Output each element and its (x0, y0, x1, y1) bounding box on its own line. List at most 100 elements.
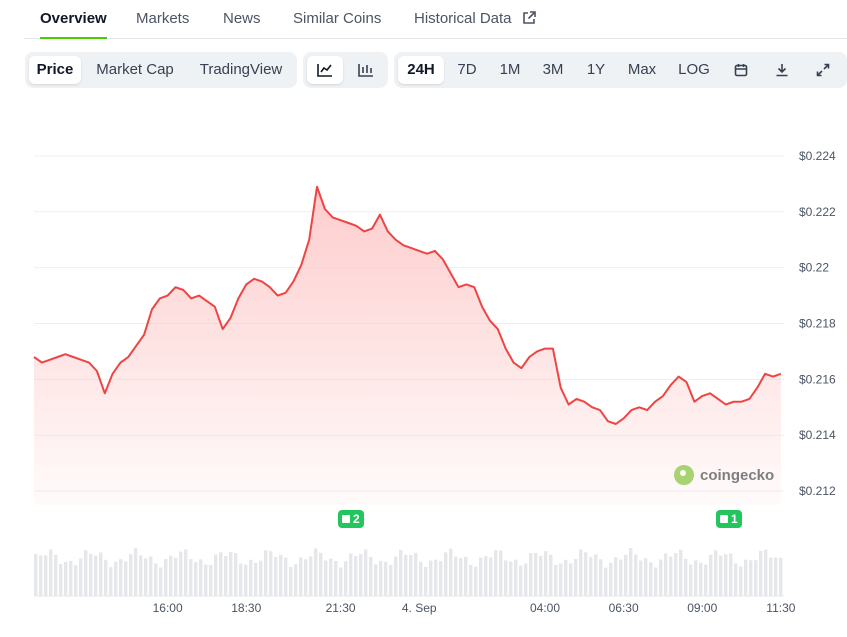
volume-bar (754, 560, 758, 596)
news-badge-2[interactable]: 2 (338, 510, 364, 528)
volume-bar (389, 565, 393, 596)
x-tick-label: 06:30 (609, 601, 639, 615)
volume-bar (229, 552, 233, 596)
volume-bar (714, 550, 718, 596)
volume-bar (39, 555, 43, 596)
volume-bar (104, 559, 108, 596)
volume-bar (679, 549, 683, 596)
volume-bar (409, 555, 413, 596)
volume-bar (214, 554, 218, 596)
volume-bar (144, 558, 148, 596)
volume-bar (299, 557, 303, 596)
volume-bar (669, 556, 673, 596)
volume-bar (619, 559, 623, 596)
volume-bar (494, 550, 498, 596)
volume-bar (269, 551, 273, 596)
news-badge-1[interactable]: 1 (716, 510, 742, 528)
volume-bar (649, 562, 653, 596)
volume-bar (589, 557, 593, 596)
volume-bar (279, 554, 283, 596)
volume-bar (759, 550, 763, 596)
x-axis-labels: 16:00 18:30 21:30 4. Sep 04:00 06:30 09:00 11:3… (153, 601, 796, 615)
x-tick-label: 18:30 (231, 601, 261, 615)
volume-bar (439, 561, 443, 596)
price-chart[interactable]: $0.224 $0.222 $0.22 $0.218 $0.216 $0.214 $0.21… (0, 0, 847, 637)
volume-bar (164, 559, 168, 596)
volume-bar (534, 553, 538, 596)
volume-bar (504, 560, 508, 596)
volume-bar (44, 555, 48, 596)
volume-bar (779, 557, 783, 596)
volume-bar (109, 567, 113, 596)
volume-bar (514, 559, 518, 596)
volume-bar (644, 558, 648, 596)
volume-bar (249, 559, 253, 596)
volume-bar (484, 556, 488, 596)
volume-bar (154, 563, 158, 596)
watermark-text: coingecko (700, 466, 775, 484)
volume-bar (539, 555, 543, 596)
volume-bar (699, 562, 703, 596)
volume-bar (629, 548, 633, 596)
volume-bar (769, 557, 773, 596)
volume-bar (469, 565, 473, 596)
volume-bar (694, 560, 698, 596)
volume-bar (334, 561, 338, 596)
volume-bar (314, 548, 318, 596)
y-axis-labels: $0.224 $0.222 $0.22 $0.218 $0.216 $0.214 $0.21… (799, 149, 836, 498)
volume-bar (304, 559, 308, 596)
volume-bar (574, 559, 578, 596)
coingecko-logo-icon (674, 465, 694, 485)
volume-bar (639, 560, 643, 596)
y-tick-label: $0.22 (799, 261, 829, 275)
volume-bar (634, 554, 638, 596)
volume-bar (64, 561, 68, 596)
volume-bar (79, 558, 83, 596)
volume-bar (339, 567, 343, 596)
volume-bar (289, 567, 293, 596)
y-tick-label: $0.214 (799, 428, 836, 442)
volume-bar (549, 554, 553, 596)
volume-bar (664, 553, 668, 596)
volume-bar (674, 553, 678, 596)
volume-bar (529, 553, 533, 596)
volume-bar (379, 560, 383, 596)
volume-bar (399, 550, 403, 596)
volume-bar (259, 560, 263, 596)
y-tick-label: $0.224 (799, 149, 836, 163)
volume-bar (424, 567, 428, 596)
volume-bar (224, 556, 228, 596)
coingecko-watermark: coingecko (674, 465, 774, 485)
volume-bar (489, 557, 493, 596)
y-tick-label: $0.222 (799, 205, 836, 219)
news-badge-count: 1 (731, 512, 738, 526)
volume-bar (384, 561, 388, 596)
volume-bar (344, 561, 348, 596)
volume-bar (544, 551, 548, 596)
x-tick-label: 11:30 (766, 601, 795, 615)
volume-bar (319, 552, 323, 596)
volume-bar (564, 559, 568, 596)
volume-bar (724, 554, 728, 596)
volume-bar (174, 557, 178, 596)
volume-bar (364, 549, 368, 596)
volume-bar (219, 552, 223, 596)
volume-bar (609, 562, 613, 596)
volume-bar (394, 556, 398, 596)
volume-bar (84, 550, 88, 596)
volume-bar (69, 560, 73, 596)
volume-bar (129, 554, 133, 596)
volume-bar (274, 557, 278, 596)
volume-bar (554, 564, 558, 596)
volume-bar (654, 567, 658, 596)
volume-bar (34, 554, 38, 596)
volume-bar (99, 552, 103, 596)
volume-bar (169, 555, 173, 596)
volume-bar (369, 556, 373, 596)
news-icon (342, 515, 350, 523)
volume-bar (764, 549, 768, 596)
volume-bar (244, 564, 248, 596)
volume-bar (729, 553, 733, 596)
volume-bar (474, 566, 478, 596)
volume-bar (559, 563, 563, 596)
